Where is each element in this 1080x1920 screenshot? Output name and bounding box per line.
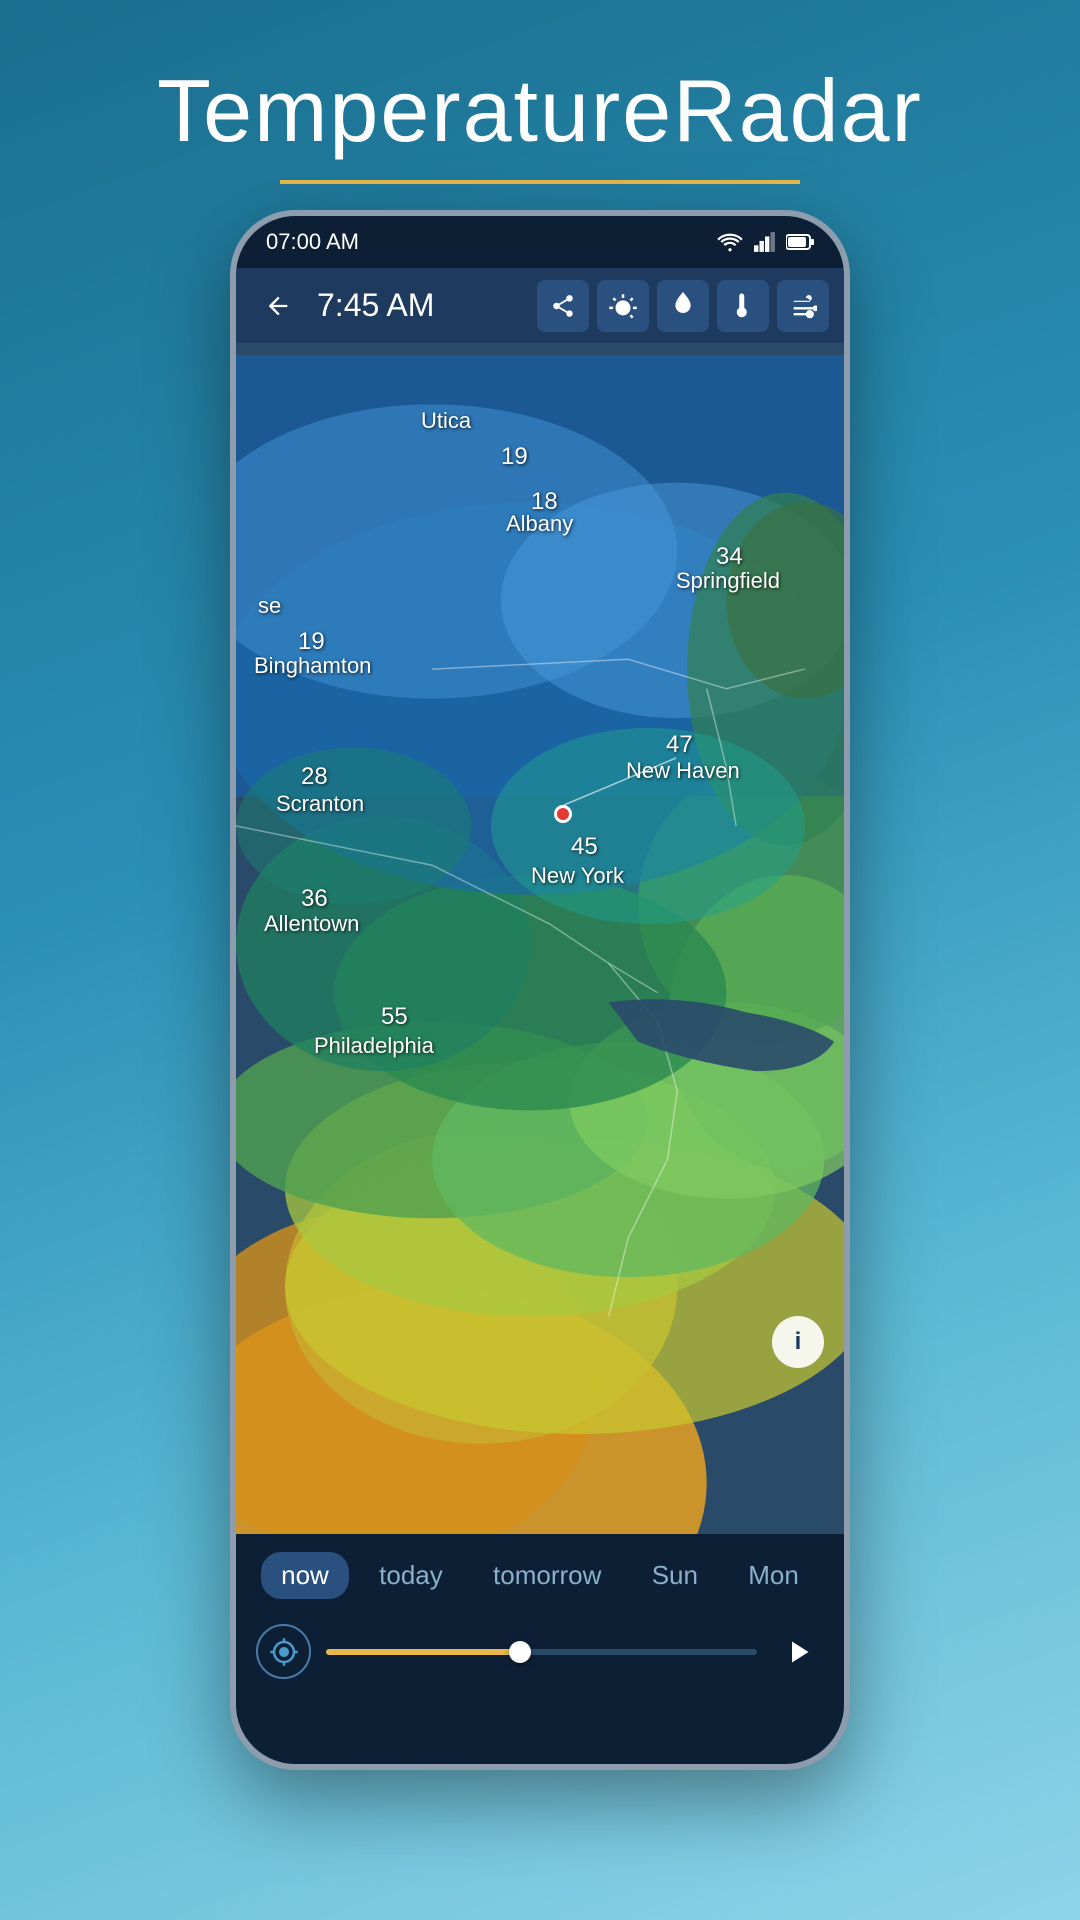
location-button[interactable] — [256, 1624, 311, 1679]
tab-mon[interactable]: Mon — [728, 1552, 819, 1599]
bottom-controls: now today tomorrow Sun Mon — [236, 1534, 844, 1764]
phone-screen: 07:00 AM — [236, 216, 844, 1764]
share-icon — [550, 293, 576, 319]
header-time: 7:45 AM — [317, 287, 525, 324]
play-button[interactable] — [772, 1626, 824, 1678]
share-button[interactable] — [537, 280, 589, 332]
thermometer-button[interactable] — [717, 280, 769, 332]
app-title: TemperatureRadar — [0, 60, 1080, 162]
tab-sun[interactable]: Sun — [632, 1552, 718, 1599]
tab-bar: now today tomorrow Sun Mon — [236, 1534, 844, 1609]
info-button[interactable]: i — [772, 1316, 824, 1368]
progress-thumb — [509, 1641, 531, 1663]
partly-cloudy-icon — [608, 293, 638, 319]
header-icon-group — [537, 280, 829, 332]
map-area[interactable]: Utica 19 18 Albany 34 Springfield se 19 … — [236, 343, 844, 1613]
title-underline — [280, 180, 800, 184]
location-pin — [554, 805, 572, 823]
wind-button[interactable] — [777, 280, 829, 332]
timeline-bar — [236, 1609, 844, 1694]
tab-now[interactable]: now — [261, 1552, 349, 1599]
back-button[interactable] — [251, 279, 305, 333]
progress-fill — [326, 1649, 520, 1655]
app-title-section: TemperatureRadar — [0, 0, 1080, 204]
phone-frame: 07:00 AM — [230, 210, 850, 1770]
wifi-icon — [716, 232, 744, 252]
progress-track[interactable] — [326, 1649, 757, 1655]
signal-icon — [754, 232, 776, 252]
wind-icon — [789, 293, 817, 319]
play-icon — [780, 1634, 816, 1670]
status-icons — [716, 232, 814, 252]
rain-icon — [672, 292, 694, 320]
thermometer-icon — [734, 291, 752, 321]
tab-tomorrow[interactable]: tomorrow — [473, 1552, 621, 1599]
status-bar: 07:00 AM — [236, 216, 844, 268]
tab-today[interactable]: today — [359, 1552, 463, 1599]
battery-icon — [786, 233, 814, 251]
location-icon — [269, 1637, 299, 1667]
temperature-map — [236, 343, 844, 1613]
rain-button[interactable] — [657, 280, 709, 332]
app-header: 7:45 AM — [236, 268, 844, 343]
weather-button[interactable] — [597, 280, 649, 332]
status-time: 07:00 AM — [266, 229, 359, 255]
